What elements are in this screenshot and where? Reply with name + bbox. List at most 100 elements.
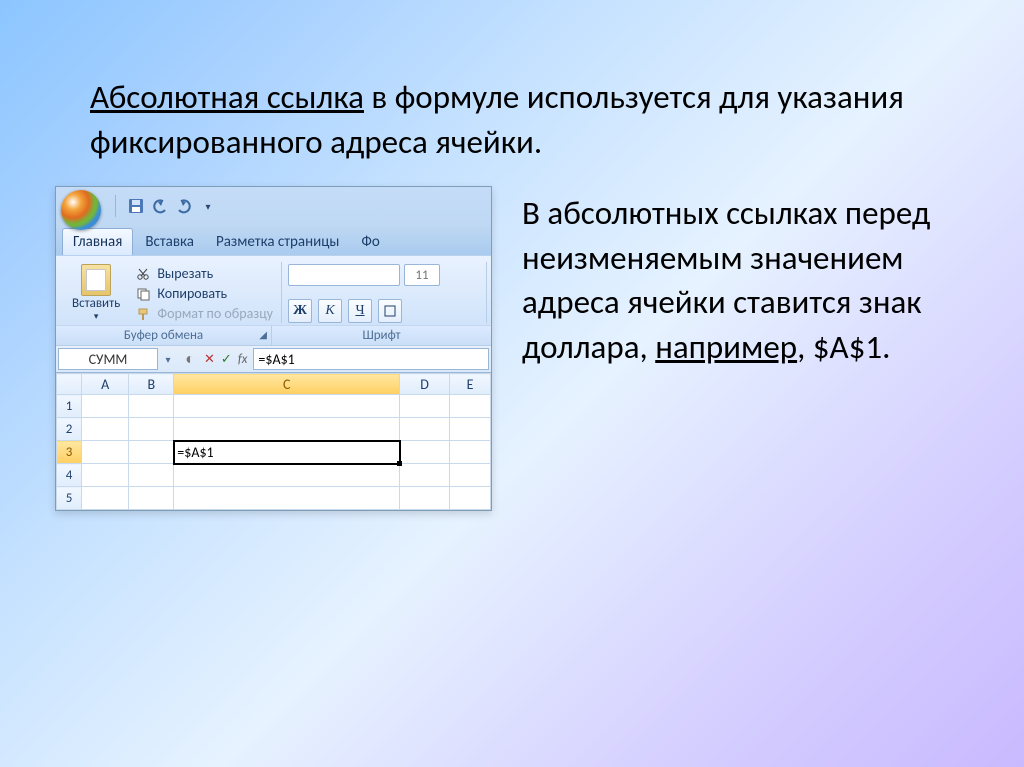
cell-C2[interactable] [174,418,400,441]
underline-label: Ч [355,303,364,319]
formula-bar: СУММ ▾ ◐ ✕ ✓ fx =$A$1 [56,345,491,372]
group-clipboard: Вставить ▾ Вырезать [60,262,282,323]
expand-icon[interactable]: ◐ [182,351,198,367]
paste-button[interactable]: Вставить ▾ [66,264,126,323]
name-box-value: СУММ [89,351,128,368]
example-word: например [655,327,797,367]
italic-button[interactable]: К [318,299,342,323]
format-painter-label: Формат по образцу [157,305,273,322]
cell-E4[interactable] [450,464,491,487]
cell-D2[interactable] [400,418,450,441]
copy-icon [135,286,151,302]
copy-label: Копировать [157,285,227,302]
slide: Абсолютная ссылка в формуле используется… [0,0,1024,767]
cell-A4[interactable] [82,464,129,487]
cell-C4[interactable] [174,464,400,487]
cell-D5[interactable] [400,487,450,510]
cell-A2[interactable] [82,418,129,441]
paste-dropdown-icon: ▾ [94,311,99,322]
qat-icons: ▾ [111,195,216,217]
cell-A1[interactable] [82,395,129,418]
name-box-dropdown-icon[interactable]: ▾ [160,348,176,370]
border-button[interactable] [378,299,402,323]
font-group-label: Шрифт [272,326,491,345]
top-paragraph: Абсолютная ссылка в формуле используется… [90,75,939,164]
cell-B2[interactable] [129,418,174,441]
cell-B3[interactable] [129,441,174,464]
cell-B1[interactable] [129,395,174,418]
cell-D4[interactable] [400,464,450,487]
dialog-launcher-icon[interactable]: ◢ [259,328,267,341]
qat-separator [115,195,116,217]
cell-C1[interactable] [174,395,400,418]
format-painter-button[interactable]: Формат по образцу [135,304,273,323]
copy-button[interactable]: Копировать [135,284,273,303]
cell-D1[interactable] [400,395,450,418]
scissors-icon [135,266,151,282]
redo-icon[interactable] [176,198,192,214]
bold-button[interactable]: Ж [288,299,312,323]
group-font: 11 Ж К Ч [282,262,487,323]
formula-controls: ◐ ✕ ✓ fx [178,346,251,372]
cell-E1[interactable] [450,395,491,418]
cell-E2[interactable] [450,418,491,441]
cell-C5[interactable] [174,487,400,510]
cell-B4[interactable] [129,464,174,487]
underline-button[interactable]: Ч [348,299,372,323]
paste-label: Вставить [72,296,120,311]
office-button[interactable] [61,190,101,230]
enter-formula-icon[interactable]: ✓ [221,352,232,367]
select-all-corner[interactable] [57,374,82,395]
font-style-buttons: Ж К Ч [288,299,478,323]
cut-label: Вырезать [157,265,213,282]
tab-insert[interactable]: Вставка [135,229,204,255]
tab-page-layout[interactable]: Разметка страницы [206,229,349,255]
lower-row: ▾ Главная Вставка Разметка страницы Фо В… [55,186,969,511]
row-header-1[interactable]: 1 [57,395,82,418]
cell-A5[interactable] [82,487,129,510]
font-size-combo[interactable]: 11 [404,264,440,286]
row-header-2[interactable]: 2 [57,418,82,441]
col-header-E[interactable]: E [450,374,491,395]
bold-label: Ж [293,303,307,319]
col-header-B[interactable]: B [129,374,174,395]
tab-home[interactable]: Главная [62,228,133,255]
clipboard-small-buttons: Вырезать Копировать Формат [135,264,273,323]
clipboard-label-text: Буфер обмена [124,328,203,343]
qat-customize-icon[interactable]: ▾ [200,198,216,214]
font-name-combo[interactable] [288,264,400,286]
italic-label: К [325,303,334,319]
name-box[interactable]: СУММ [58,348,158,370]
save-icon[interactable] [128,198,144,214]
font-selectors: 11 [288,264,478,286]
row-header-4[interactable]: 4 [57,464,82,487]
cut-button[interactable]: Вырезать [135,264,273,283]
undo-icon[interactable] [152,198,168,214]
row-header-3[interactable]: 3 [57,441,82,464]
cell-C3-value: =$A$1 [177,444,213,461]
cell-E5[interactable] [450,487,491,510]
ribbon: Вставить ▾ Вырезать [56,255,491,325]
cell-B5[interactable] [129,487,174,510]
formula-input[interactable]: =$A$1 [253,348,489,370]
paste-icon [81,264,111,296]
right-part2: , $A$1. [797,327,890,367]
cancel-formula-icon[interactable]: ✕ [204,352,215,367]
fx-icon[interactable]: fx [238,352,248,367]
quick-access-toolbar: ▾ [56,187,491,225]
group-labels: Буфер обмена ◢ Шрифт [56,325,491,345]
font-size-value: 11 [415,268,428,283]
row-header-5[interactable]: 5 [57,487,82,510]
cell-D3[interactable] [400,441,450,464]
cell-A3[interactable] [82,441,129,464]
cell-C3-active[interactable]: =$A$1 [174,441,400,464]
ribbon-tabs: Главная Вставка Разметка страницы Фо [56,225,491,255]
tab-formulas[interactable]: Фо [351,229,389,255]
col-header-C[interactable]: C [174,374,400,395]
right-paragraph: В абсолютных ссылках перед неизменяемым … [522,191,969,369]
cell-E3[interactable] [450,441,491,464]
col-header-D[interactable]: D [400,374,450,395]
col-header-A[interactable]: A [82,374,129,395]
spreadsheet-grid[interactable]: A B C D E 1 2 3 [56,372,491,510]
brush-icon [135,306,151,322]
